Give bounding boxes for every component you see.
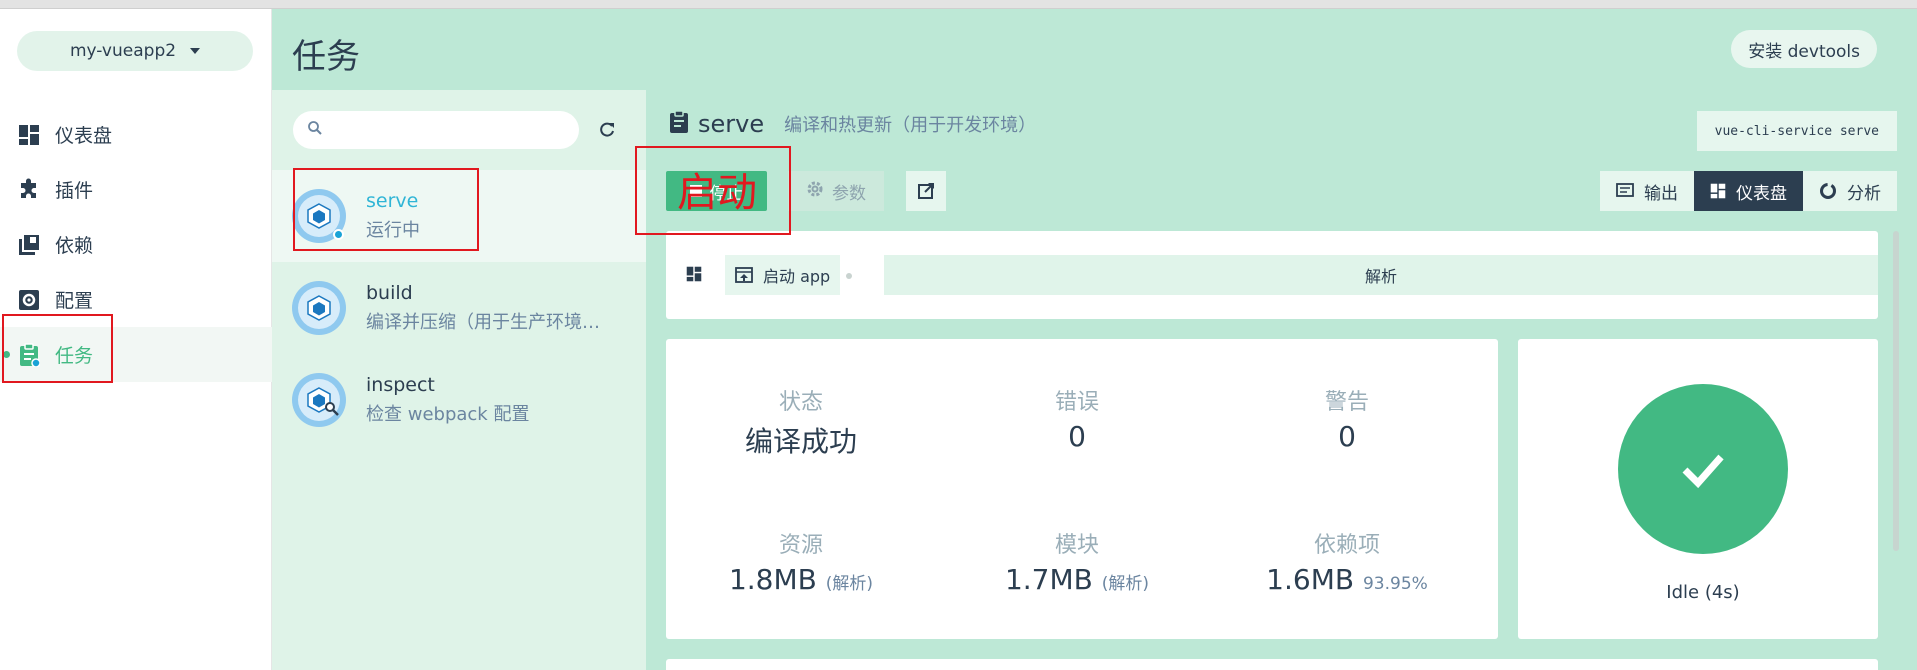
sidebar-item-label: 仪表盘 xyxy=(55,125,113,147)
stat-dependencies: 依赖项 1.6MB 93.95% xyxy=(1212,527,1482,596)
stat-label: 错误 xyxy=(1054,390,1099,415)
parameters-button[interactable]: 参数 xyxy=(788,171,884,211)
stat-label: 依赖项 xyxy=(1313,533,1380,558)
scrollbar[interactable] xyxy=(1893,231,1899,551)
annotation-box-serve xyxy=(293,168,479,251)
start-app-button[interactable]: 启动 app xyxy=(725,255,841,295)
annotation-text: 启动 xyxy=(677,170,757,216)
open-in-browser-button[interactable] xyxy=(906,171,946,211)
project-name: my-vueapp2 xyxy=(69,41,177,61)
tab-output[interactable]: 输出 xyxy=(1600,171,1694,211)
task-detail-header: serve 编译和热更新（用于开发环境） xyxy=(668,110,1036,138)
search-box[interactable] xyxy=(293,111,579,149)
tab-analyze[interactable]: 分析 xyxy=(1803,171,1897,211)
task-avatar xyxy=(292,373,346,427)
stat-value: 1.8MB xyxy=(728,563,817,596)
terminal-icon xyxy=(1616,183,1634,197)
search-icon xyxy=(307,120,323,140)
tab-label: 仪表盘 xyxy=(1736,183,1787,204)
sidebar-item-label: 配置 xyxy=(55,290,94,312)
stat-value: 0 xyxy=(1338,420,1356,453)
stat-sub: (解析) xyxy=(1101,574,1150,594)
build-status-card: Idle (4s) xyxy=(1518,339,1878,639)
task-avatar xyxy=(292,281,346,335)
bottom-card xyxy=(666,659,1878,670)
success-indicator xyxy=(1618,384,1788,554)
dashboard-icon xyxy=(686,266,702,286)
project-selector[interactable]: my-vueapp2 xyxy=(17,31,253,71)
task-name: inspect xyxy=(366,374,435,396)
tab-label: 分析 xyxy=(1847,183,1881,204)
view-tabs: 输出 仪表盘 分析 xyxy=(1600,171,1897,211)
donut-icon xyxy=(1820,183,1836,199)
idle-status: Idle (4s) xyxy=(1666,582,1740,603)
stat-sub: 93.95% xyxy=(1362,574,1428,594)
start-app-label: 启动 app xyxy=(763,267,831,286)
sidebar-item-dashboard[interactable]: 仪表盘 xyxy=(0,107,272,162)
open-app-icon xyxy=(735,267,753,283)
parameters-label: 参数 xyxy=(832,183,866,204)
install-devtools-button[interactable]: 安装 devtools xyxy=(1731,30,1877,68)
refresh-icon xyxy=(600,122,614,137)
stat-status: 状态 编译成功 xyxy=(666,384,936,460)
stat-label: 模块 xyxy=(1054,533,1099,558)
library-icon xyxy=(17,233,41,257)
browser-top-bar xyxy=(0,0,1917,9)
settings-icon xyxy=(17,288,41,312)
stats-card: 状态 编译成功 错误 0 警告 0 资源 1.8MB (解析) 模块 1.7MB… xyxy=(666,339,1498,639)
sidebar-item-label: 依赖 xyxy=(55,235,94,257)
stat-value: 1.7MB xyxy=(1004,563,1093,596)
magnifier-icon xyxy=(324,401,340,421)
stat-label: 状态 xyxy=(778,390,823,415)
task-item-inspect[interactable]: inspect 检查 webpack 配置 xyxy=(272,354,646,446)
task-detail-name: serve xyxy=(698,110,765,138)
chevron-down-icon xyxy=(190,48,201,54)
sidebar-item-plugins[interactable]: 插件 xyxy=(0,162,272,217)
webpack-icon xyxy=(307,295,331,321)
refresh-button[interactable] xyxy=(594,117,620,143)
clipboard-icon xyxy=(668,110,690,138)
parse-button[interactable]: 解析 xyxy=(884,255,1878,295)
stat-value: 1.6MB xyxy=(1266,563,1355,596)
stat-value: 编译成功 xyxy=(744,425,857,458)
task-detail: serve 编译和热更新（用于开发环境） vue-cli-service ser… xyxy=(646,90,1917,670)
stat-label: 警告 xyxy=(1324,390,1369,415)
task-toolbar: 停止 参数 输出 仪表盘 分析 xyxy=(666,169,1897,211)
tab-label: 输出 xyxy=(1644,183,1678,204)
stat-assets: 资源 1.8MB (解析) xyxy=(666,527,936,596)
command-display: vue-cli-service serve xyxy=(1696,111,1897,151)
task-description: 检查 webpack 配置 xyxy=(366,404,530,425)
sidebar-item-dependencies[interactable]: 依赖 xyxy=(0,217,272,272)
stat-warnings: 警告 0 xyxy=(1212,384,1482,453)
annotation-box-tasks xyxy=(2,314,113,383)
search-input[interactable] xyxy=(331,120,571,140)
stat-label: 资源 xyxy=(778,533,823,558)
stat-modules: 模块 1.7MB (解析) xyxy=(942,527,1212,596)
task-description: 编译并压缩（用于生产环境… xyxy=(366,312,600,333)
dashboard-icon xyxy=(1710,183,1726,199)
gear-icon xyxy=(806,180,824,203)
page-header: 任务 安装 devtools xyxy=(272,9,1917,90)
page-title: 任务 xyxy=(292,37,360,77)
separator-dot xyxy=(846,273,852,279)
dashboard-icon xyxy=(17,123,41,147)
task-item-build[interactable]: build 编译并压缩（用于生产环境… xyxy=(272,262,646,354)
external-link-icon xyxy=(918,183,934,199)
stat-errors: 错误 0 xyxy=(942,384,1212,453)
task-detail-description: 编译和热更新（用于开发环境） xyxy=(784,115,1037,136)
sidebar-item-label: 插件 xyxy=(55,180,94,202)
stat-sub: (解析) xyxy=(825,574,874,594)
task-name: build xyxy=(366,282,413,304)
puzzle-icon xyxy=(17,178,41,202)
analysis-bar: 启动 app 解析 xyxy=(666,231,1878,319)
stat-value: 0 xyxy=(1068,420,1086,453)
checkmark-icon xyxy=(1682,454,1724,489)
tab-dashboard[interactable]: 仪表盘 xyxy=(1694,171,1803,211)
